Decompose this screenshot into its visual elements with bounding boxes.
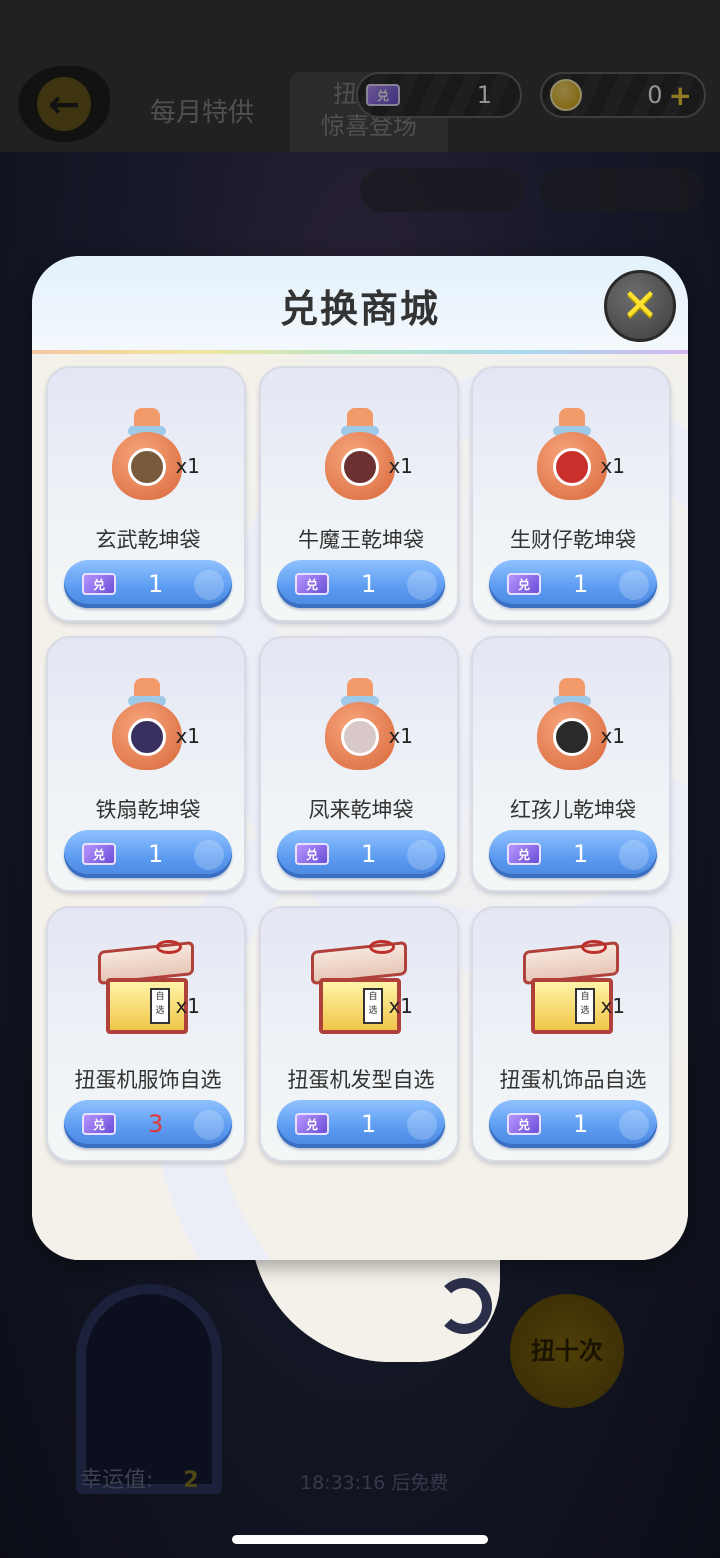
ticket-icon: 兑 [82, 1113, 116, 1135]
item-quantity: x1 [175, 994, 200, 1018]
close-button[interactable]: ✕ [604, 270, 676, 342]
item-name: 生财仔乾坤袋 [510, 528, 636, 552]
button-shine [407, 570, 437, 600]
character-portrait [553, 718, 591, 756]
item-quantity: x1 [388, 724, 413, 748]
exchange-button[interactable]: 兑1 [489, 830, 657, 878]
ticket-icon: 兑 [82, 843, 116, 865]
exchange-button[interactable]: 兑1 [277, 830, 445, 878]
ticket-icon: 兑 [507, 843, 541, 865]
modal-title: 兑换商城 [279, 287, 440, 331]
ticket-icon: 兑 [295, 1113, 329, 1135]
button-shine [619, 1110, 649, 1140]
pouch-icon [112, 408, 182, 504]
character-portrait [128, 448, 166, 486]
character-portrait [128, 718, 166, 756]
pouch-icon [325, 678, 395, 774]
gift-box-icon: 自选 [98, 938, 198, 1040]
ticket-icon: 兑 [295, 843, 329, 865]
exchange-shop-modal: 兑换商城 ✕ x1 玄武乾坤袋兑 1 x1 牛魔王乾坤袋兑 1 x1 生财仔乾坤袋兑 1 x1 铁扇… [32, 256, 688, 1260]
button-shine [194, 840, 224, 870]
item-quantity: x1 [388, 994, 413, 1018]
pouch-icon [112, 678, 182, 774]
button-shine [619, 570, 649, 600]
pouch-icon [325, 408, 395, 504]
item-quantity: x1 [600, 454, 625, 478]
item-price: 3 [148, 1110, 164, 1138]
item-name: 扭蛋机服饰自选 [74, 1068, 222, 1092]
cloud-swirl-icon [436, 1278, 492, 1334]
item-price: 1 [573, 1110, 589, 1138]
item-quantity: x1 [600, 994, 625, 1018]
exchange-button[interactable]: 兑3 [64, 1100, 232, 1148]
item-name: 玄武乾坤袋 [95, 528, 201, 552]
shop-item-card[interactable]: 自选 x1 扭蛋机发型自选兑 1 [259, 906, 459, 1162]
button-shine [194, 570, 224, 600]
item-price: 1 [361, 1110, 377, 1138]
item-image: 自选 [261, 938, 461, 1048]
item-image [48, 668, 248, 778]
item-quantity: x1 [175, 454, 200, 478]
item-image [261, 398, 461, 508]
home-indicator[interactable] [232, 1535, 488, 1544]
ticket-icon: 兑 [295, 573, 329, 595]
gift-box-icon: 自选 [311, 938, 411, 1040]
character-portrait [341, 718, 379, 756]
close-icon: ✕ [621, 280, 659, 331]
item-name: 扭蛋机饰品自选 [499, 1068, 647, 1092]
button-shine [407, 840, 437, 870]
item-image [261, 668, 461, 778]
item-name: 牛魔王乾坤袋 [298, 528, 424, 552]
button-shine [619, 840, 649, 870]
shop-item-card[interactable]: x1 玄武乾坤袋兑 1 [46, 366, 246, 622]
character-portrait [553, 448, 591, 486]
item-image [473, 398, 673, 508]
shop-item-card[interactable]: x1 红孩儿乾坤袋兑 1 [471, 636, 671, 892]
item-name: 红孩儿乾坤袋 [510, 798, 636, 822]
item-price: 1 [148, 840, 164, 868]
gift-box-icon: 自选 [523, 938, 623, 1040]
pouch-icon [537, 408, 607, 504]
ticket-icon: 兑 [507, 1113, 541, 1135]
shop-item-card[interactable]: x1 牛魔王乾坤袋兑 1 [259, 366, 459, 622]
item-image: 自选 [473, 938, 673, 1048]
shop-item-card[interactable]: x1 生财仔乾坤袋兑 1 [471, 366, 671, 622]
item-image: 自选 [48, 938, 248, 1048]
shop-item-card[interactable]: 自选 x1 扭蛋机服饰自选兑 3 [46, 906, 246, 1162]
character-portrait [341, 448, 379, 486]
item-image [48, 398, 248, 508]
item-tag: 自选 [575, 988, 595, 1024]
item-quantity: x1 [600, 724, 625, 748]
exchange-button[interactable]: 兑1 [64, 560, 232, 608]
item-price: 1 [361, 570, 377, 598]
shop-item-card[interactable]: 自选 x1 扭蛋机饰品自选兑 1 [471, 906, 671, 1162]
exchange-button[interactable]: 兑1 [64, 830, 232, 878]
ticket-icon: 兑 [507, 573, 541, 595]
item-name: 凤来乾坤袋 [308, 798, 414, 822]
button-shine [407, 1110, 437, 1140]
item-name: 扭蛋机发型自选 [287, 1068, 435, 1092]
item-name: 铁扇乾坤袋 [95, 798, 201, 822]
item-image [473, 668, 673, 778]
item-price: 1 [573, 570, 589, 598]
exchange-button[interactable]: 兑1 [277, 1100, 445, 1148]
button-shine [194, 1110, 224, 1140]
item-tag: 自选 [150, 988, 170, 1024]
item-price: 1 [573, 840, 589, 868]
exchange-button[interactable]: 兑1 [489, 1100, 657, 1148]
item-quantity: x1 [175, 724, 200, 748]
item-price: 1 [361, 840, 377, 868]
item-tag: 自选 [363, 988, 383, 1024]
ticket-icon: 兑 [82, 573, 116, 595]
exchange-button[interactable]: 兑1 [489, 560, 657, 608]
item-quantity: x1 [388, 454, 413, 478]
shop-item-card[interactable]: x1 铁扇乾坤袋兑 1 [46, 636, 246, 892]
exchange-button[interactable]: 兑1 [277, 560, 445, 608]
item-price: 1 [148, 570, 164, 598]
shop-item-card[interactable]: x1 凤来乾坤袋兑 1 [259, 636, 459, 892]
pouch-icon [537, 678, 607, 774]
